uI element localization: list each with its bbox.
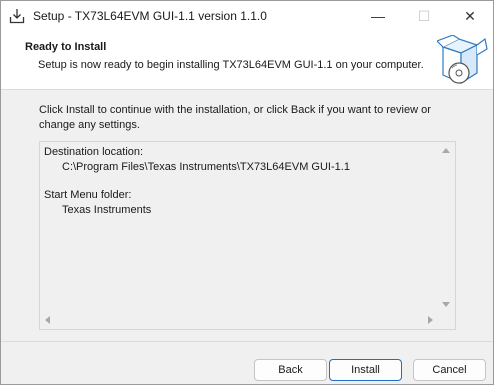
scroll-up-arrow-icon[interactable] bbox=[442, 148, 450, 153]
instructions-text: Click Install to continue with the insta… bbox=[39, 104, 431, 131]
title-bar[interactable]: Setup - TX73L64EVM GUI-1.1 version 1.1.0… bbox=[1, 1, 493, 31]
start-menu-value: Texas Instruments bbox=[62, 203, 152, 216]
horizontal-scrollbar[interactable] bbox=[40, 312, 438, 329]
window-title: Setup - TX73L64EVM GUI-1.1 version 1.1.0 bbox=[33, 9, 267, 23]
scroll-left-arrow-icon[interactable] bbox=[45, 316, 50, 324]
scroll-right-arrow-icon[interactable] bbox=[428, 316, 433, 324]
scrollbar-corner bbox=[438, 312, 455, 329]
destination-label: Destination location: bbox=[44, 146, 144, 158]
download-icon bbox=[9, 8, 25, 24]
wizard-header: Ready to Install Setup is now ready to b… bbox=[1, 31, 493, 90]
ready-memo-box[interactable]: Destination location: C:\Program Files\T… bbox=[39, 141, 456, 330]
install-button[interactable]: Install bbox=[329, 359, 402, 381]
install-box-icon bbox=[435, 34, 489, 87]
setup-window: Setup - TX73L64EVM GUI-1.1 version 1.1.0… bbox=[0, 0, 494, 385]
back-button[interactable]: Back bbox=[254, 359, 327, 381]
scroll-down-arrow-icon[interactable] bbox=[442, 302, 450, 307]
page-title: Ready to Install bbox=[25, 41, 107, 53]
start-menu-label: Start Menu folder: bbox=[44, 189, 132, 201]
memo-spacer bbox=[44, 174, 437, 188]
close-button[interactable]: ✕ bbox=[447, 1, 493, 31]
destination-value: C:\Program Files\Texas Instruments\TX73L… bbox=[62, 160, 350, 173]
cancel-button[interactable]: Cancel bbox=[413, 359, 486, 381]
minimize-button[interactable]: — bbox=[355, 1, 401, 31]
memo-content: Destination location: C:\Program Files\T… bbox=[44, 145, 437, 217]
vertical-scrollbar[interactable] bbox=[438, 142, 455, 313]
page-subtitle: Setup is now ready to begin installing T… bbox=[38, 59, 424, 71]
footer-divider bbox=[1, 341, 493, 342]
maximize-button[interactable]: ☐ bbox=[401, 1, 447, 31]
